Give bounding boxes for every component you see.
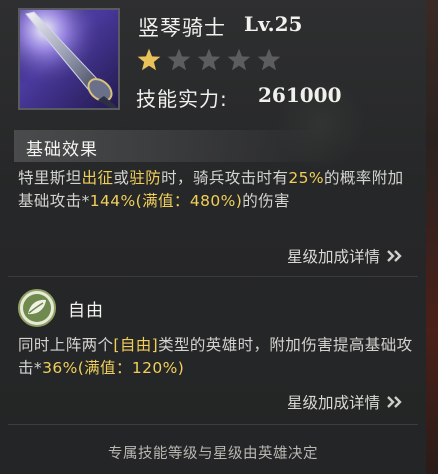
highlight-text: [自由] [113,336,159,354]
lance-icon [20,10,118,108]
skill-icon [18,8,120,110]
skill-detail-panel: 竖琴骑士 Lv.25 技能实力: 261000 基础效果 特里斯坦出征或驻防时，… [0,0,427,474]
highlight-text: 出征 [81,169,114,187]
background-art-edge [426,0,438,474]
double-chevron-right-icon [387,396,402,408]
highlight-text: 驻防 [129,169,162,187]
star-bonus-details-link[interactable]: 星级加成详情 [287,245,404,267]
double-chevron-right-icon [387,250,402,262]
desc-text: 或 [113,169,130,187]
highlight-text: 144%(满值：480%) [89,191,243,210]
free-type-title: 自由 [68,301,104,321]
star-bonus-details-label-2: 星级加成详情 [286,394,380,412]
footer-note: 专属技能等级与星级由英雄决定 [108,446,318,462]
star-empty-icon [257,48,281,71]
basic-effect-title: 基础效果 [26,140,98,160]
leaf-icon [18,289,56,327]
desc-text: 同时上阵两个 [18,336,114,354]
highlight-text: 36%(满值：120%) [42,358,185,377]
section-divider [8,276,418,277]
desc-text: 时，骑兵攻击时有 [161,169,289,187]
desc-text: 特里斯坦 [18,169,82,187]
desc-text: 的伤害 [242,191,290,210]
star-empty-icon [167,48,191,71]
star-rating [136,47,282,73]
free-type-description: 同时上阵两个[自由]类型的英雄时，附加伤害提高基础攻击*36%(满值：120%) [18,334,416,379]
star-bonus-details-label: 星级加成详情 [286,248,380,266]
skill-name: 竖琴骑士 [138,16,226,40]
star-empty-icon [227,48,251,71]
star-empty-icon [197,48,221,71]
star-bonus-details-link-2[interactable]: 星级加成详情 [287,391,404,413]
skill-level: Lv.25 [244,12,303,36]
basic-effect-description: 特里斯坦出征或驻防时，骑兵攻击时有25%的概率附加基础攻击*144%(满值：48… [18,167,416,212]
footer-divider [8,424,418,425]
star-filled-icon [137,48,161,71]
skill-power-value: 261000 [258,83,342,107]
highlight-text: 25% [288,169,324,187]
skill-power-label: 技能实力: [136,87,228,111]
